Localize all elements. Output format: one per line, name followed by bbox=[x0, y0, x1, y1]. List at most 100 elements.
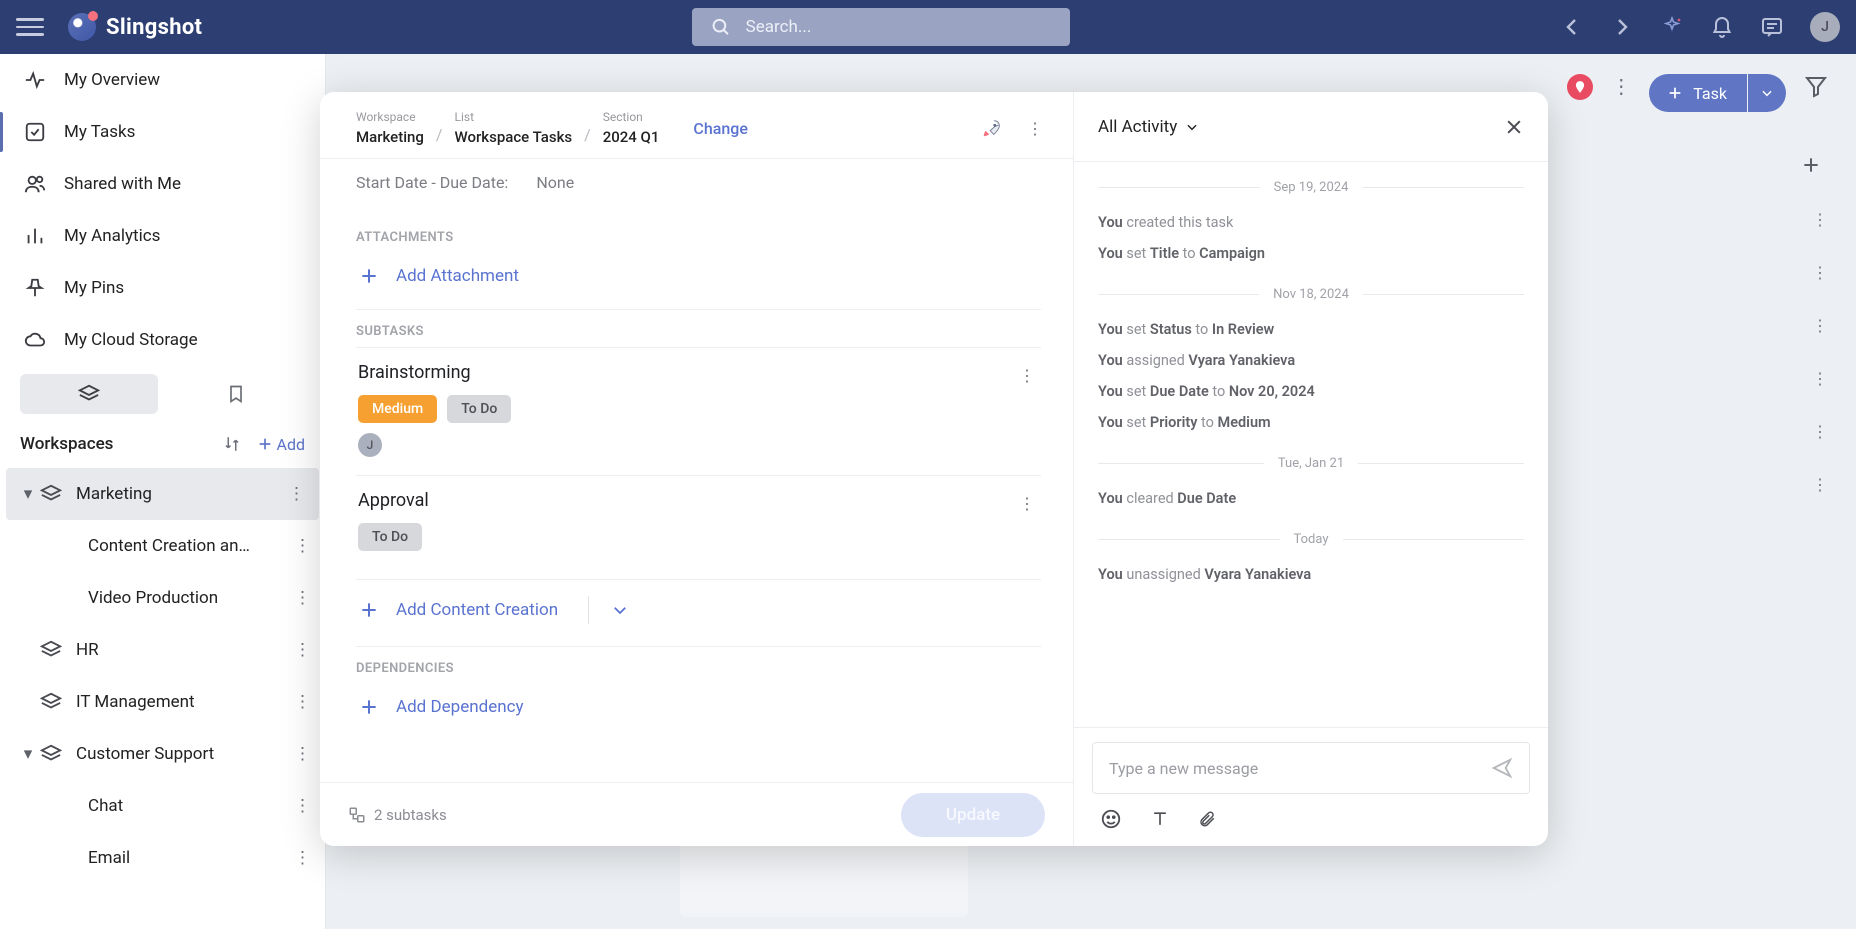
message-composer[interactable] bbox=[1092, 742, 1530, 794]
update-button[interactable]: Update bbox=[901, 793, 1045, 837]
rocket-icon[interactable] bbox=[981, 117, 1003, 139]
nav-analytics[interactable]: My Analytics bbox=[0, 210, 325, 262]
add-dependency-button[interactable]: Add Dependency bbox=[356, 684, 1041, 740]
chat-icon[interactable] bbox=[1760, 15, 1784, 39]
row-kebab-icon[interactable]: ⋮ bbox=[1812, 422, 1828, 441]
new-task-dropdown[interactable] bbox=[1748, 74, 1786, 112]
sidebar: My Overview My Tasks Shared with Me My A… bbox=[0, 54, 326, 929]
chevron-down-icon[interactable]: ▾ bbox=[20, 484, 36, 504]
send-icon[interactable] bbox=[1491, 757, 1513, 779]
chevron-down-icon bbox=[1185, 120, 1199, 134]
filter-icon[interactable] bbox=[1804, 74, 1828, 98]
pin-icon bbox=[24, 277, 46, 299]
nav-my-tasks[interactable]: My Tasks bbox=[0, 106, 325, 158]
workspace-marketing[interactable]: ▾ Marketing ⋮ bbox=[6, 468, 319, 520]
attachments-heading: ATTACHMENTS bbox=[356, 216, 1041, 253]
add-label: Add bbox=[277, 435, 305, 454]
subtask-kebab-icon[interactable]: ⋮ bbox=[1019, 494, 1037, 513]
new-task-button[interactable]: Task bbox=[1649, 74, 1747, 112]
change-link[interactable]: Change bbox=[693, 119, 748, 138]
row-kebab-icon[interactable]: ⋮ bbox=[1812, 369, 1828, 388]
status-chip[interactable]: To Do bbox=[358, 523, 422, 551]
dependencies-heading: DEPENDENCIES bbox=[356, 646, 1041, 684]
subtask-title: Approval bbox=[358, 490, 1039, 511]
menu-icon[interactable] bbox=[16, 13, 44, 41]
nav-shared[interactable]: Shared with Me bbox=[0, 158, 325, 210]
text-format-icon[interactable] bbox=[1150, 808, 1170, 830]
crumb-workspace[interactable]: Marketing bbox=[356, 128, 424, 146]
workspace-child-chat[interactable]: Chat ⋮ bbox=[0, 780, 325, 832]
subtask-item[interactable]: Approval ⋮ To Do bbox=[356, 475, 1041, 579]
kebab-icon[interactable]: ⋮ bbox=[294, 744, 311, 764]
workspace-hr[interactable]: HR ⋮ bbox=[0, 624, 325, 676]
chevron-down-icon[interactable] bbox=[611, 601, 629, 619]
activity-filter[interactable]: All Activity bbox=[1098, 117, 1199, 137]
add-subtask-button[interactable]: Add Content Creation bbox=[396, 600, 558, 620]
kebab-icon[interactable]: ⋮ bbox=[294, 588, 311, 608]
modal-kebab-icon[interactable]: ⋮ bbox=[1027, 119, 1045, 138]
plus-icon bbox=[1801, 155, 1821, 175]
plus-icon bbox=[359, 697, 379, 717]
subtask-item[interactable]: Brainstorming ⋮ Medium To Do J bbox=[356, 347, 1041, 475]
kebab-icon[interactable]: ⋮ bbox=[288, 484, 305, 504]
layers-icon bbox=[40, 691, 62, 713]
row-kebab-icon[interactable]: ⋮ bbox=[1812, 210, 1828, 229]
add-workspace[interactable]: Add bbox=[257, 435, 305, 454]
assignee-avatar[interactable]: J bbox=[358, 433, 382, 457]
workspace-it[interactable]: IT Management ⋮ bbox=[0, 676, 325, 728]
workspace-child-video[interactable]: Video Production ⋮ bbox=[0, 572, 325, 624]
view-bookmarks-toggle[interactable] bbox=[168, 374, 306, 414]
task-detail-modal: Workspace Marketing / List Workspace Tas… bbox=[320, 92, 1548, 846]
kebab-icon[interactable]: ⋮ bbox=[1611, 74, 1631, 98]
nav-forward-icon[interactable] bbox=[1610, 15, 1634, 39]
status-chip[interactable]: To Do bbox=[447, 395, 511, 423]
nav-pins[interactable]: My Pins bbox=[0, 262, 325, 314]
crumb-list[interactable]: Workspace Tasks bbox=[455, 128, 573, 146]
row-kebab-icon[interactable]: ⋮ bbox=[1812, 316, 1828, 335]
priority-chip[interactable]: Medium bbox=[358, 395, 437, 423]
row-kebab-icon[interactable]: ⋮ bbox=[1812, 475, 1828, 494]
add-column-button[interactable] bbox=[1794, 148, 1828, 182]
sort-icon[interactable] bbox=[223, 435, 241, 453]
emoji-icon[interactable] bbox=[1100, 808, 1122, 830]
logo[interactable]: Slingshot bbox=[68, 13, 202, 41]
row-kebab-icon[interactable]: ⋮ bbox=[1812, 263, 1828, 282]
workspaces-heading: Workspaces bbox=[20, 434, 113, 454]
search-box[interactable] bbox=[692, 8, 1070, 46]
pin-badge-icon[interactable] bbox=[1567, 74, 1593, 100]
date-value[interactable]: None bbox=[536, 173, 574, 192]
button-label: Task bbox=[1693, 84, 1727, 103]
kebab-icon[interactable]: ⋮ bbox=[294, 692, 311, 712]
subtask-kebab-icon[interactable]: ⋮ bbox=[1019, 366, 1037, 385]
chevron-down-icon[interactable]: ▾ bbox=[20, 744, 36, 764]
add-label: Add Dependency bbox=[396, 697, 524, 717]
plus-icon bbox=[1667, 85, 1683, 101]
bell-icon[interactable] bbox=[1710, 15, 1734, 39]
view-stacks-toggle[interactable] bbox=[20, 374, 158, 414]
sparkle-icon[interactable] bbox=[1660, 15, 1684, 39]
kebab-icon[interactable]: ⋮ bbox=[294, 640, 311, 660]
plus-icon bbox=[359, 266, 379, 286]
cloud-icon bbox=[24, 329, 46, 351]
workspace-child-email[interactable]: Email ⋮ bbox=[0, 832, 325, 884]
kebab-icon[interactable]: ⋮ bbox=[294, 536, 311, 556]
attachment-icon[interactable] bbox=[1198, 808, 1216, 830]
search-input[interactable] bbox=[746, 17, 1052, 37]
pulse-icon bbox=[24, 69, 46, 91]
search-icon bbox=[710, 15, 732, 39]
app-header: Slingshot J bbox=[0, 0, 1856, 54]
workspace-support[interactable]: ▾ Customer Support ⋮ bbox=[0, 728, 325, 780]
nav-cloud[interactable]: My Cloud Storage bbox=[0, 314, 325, 366]
message-input[interactable] bbox=[1109, 759, 1491, 778]
kebab-icon[interactable]: ⋮ bbox=[294, 848, 311, 868]
nav-back-icon[interactable] bbox=[1560, 15, 1584, 39]
workspace-label: Marketing bbox=[76, 484, 152, 504]
nav-overview[interactable]: My Overview bbox=[0, 54, 325, 106]
crumb-section[interactable]: 2024 Q1 bbox=[603, 128, 660, 146]
user-avatar[interactable]: J bbox=[1810, 12, 1840, 42]
activity-line: You unassigned Vyara Yanakieva bbox=[1098, 559, 1524, 590]
workspace-child-content[interactable]: Content Creation an… ⋮ bbox=[0, 520, 325, 572]
add-attachment-button[interactable]: Add Attachment bbox=[356, 253, 1041, 309]
kebab-icon[interactable]: ⋮ bbox=[294, 796, 311, 816]
close-icon[interactable] bbox=[1504, 117, 1524, 137]
